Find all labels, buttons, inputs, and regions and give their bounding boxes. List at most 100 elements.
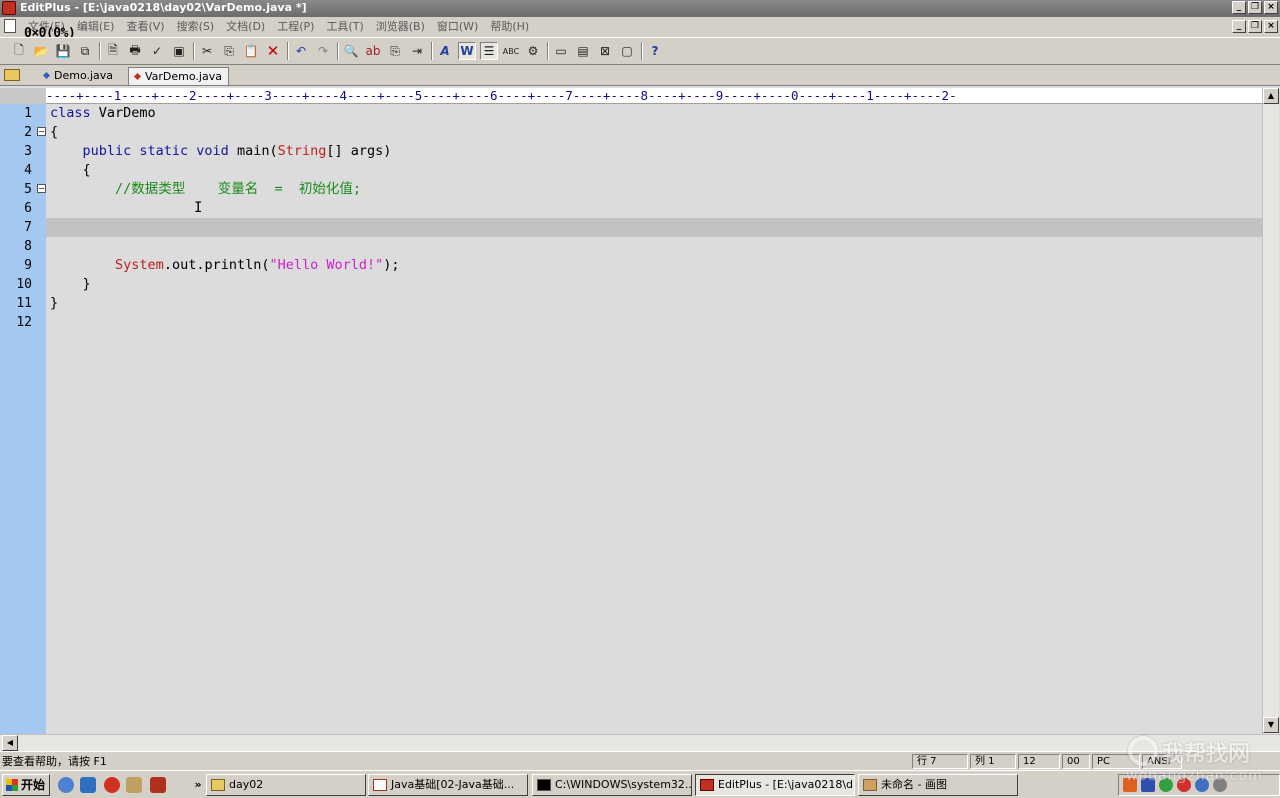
menu-document[interactable]: 文档(D) [220,19,271,34]
toolbar-separator [337,42,339,60]
taskbar-button-label: day02 [229,778,264,791]
fullscreen-icon[interactable]: ▢ [618,42,636,60]
cut-icon[interactable]: ✂ [198,42,216,60]
scroll-left-button[interactable]: ◀ [2,735,18,751]
directory-window-icon[interactable] [4,69,20,81]
media-player-icon[interactable] [104,777,120,793]
editplus-quick-icon[interactable] [150,777,166,793]
window-close-icon[interactable]: ⊠ [596,42,614,60]
ruler-icon[interactable]: ABC [502,42,520,60]
word-wrap-icon[interactable]: W [458,42,476,60]
scroll-up-button[interactable]: ▲ [1263,88,1279,104]
horizontal-scrollbar[interactable]: ◀ [0,734,1280,751]
line-number: 2 [24,125,32,140]
taskbar-button-cmd[interactable]: C:\WINDOWS\system32... [532,774,692,796]
doc-restore-button[interactable]: ❐ [1248,20,1262,33]
quick-launch-icon[interactable] [80,777,96,793]
windows-logo-icon [6,779,18,791]
taskbar-button-label: EditPlus - [E:\java0218\d... [718,778,855,791]
tab-demo-java[interactable]: Demo.java [38,67,121,85]
paint-app-icon [863,779,877,791]
doc-close-button[interactable]: × [1264,20,1278,33]
document-tab-bar: Demo.java VarDemo.java [0,66,1280,86]
taskbar-button-day02[interactable]: day02 [206,774,366,796]
menu-items: 文件(F) 编辑(E) 查看(V) 搜索(S) 文档(D) 工程(P) 工具(T… [22,19,535,34]
java-file-icon [42,71,51,80]
tab-vardemo-java[interactable]: VarDemo.java [128,67,229,85]
vertical-scrollbar[interactable]: ▲ ▼ [1262,88,1279,734]
find-in-files-icon[interactable]: ⎘ [386,42,404,60]
delete-icon[interactable]: ✕ [264,42,282,60]
title-bar: EditPlus - [E:\java0218\day02\VarDemo.ja… [0,0,1280,17]
print-preview-icon[interactable]: 🗎 [104,42,122,60]
open-folder-icon[interactable]: 📂 [32,42,50,60]
line-numbers-icon[interactable]: ☰ [480,42,498,60]
toolbar-separator [547,42,549,60]
html-preview-icon[interactable]: ▣ [170,42,188,60]
menu-help[interactable]: 帮助(H) [484,19,535,34]
redo-icon[interactable]: ↷ [314,42,332,60]
line-number: 3 [24,144,32,159]
document-app-icon [373,779,387,791]
customize-icon[interactable]: ⚙ [524,42,542,60]
replace-icon[interactable]: ab [364,42,382,60]
undo-icon[interactable]: ↶ [292,42,310,60]
line-number: 1 [24,106,32,121]
menu-edit[interactable]: 编辑(E) [71,19,121,34]
quick-launch-more-icon[interactable]: » [190,777,206,793]
menu-project[interactable]: 工程(P) [271,19,320,34]
toolbar-separator [641,42,643,60]
font-icon[interactable]: A [436,42,454,60]
fold-toggle-icon[interactable]: − [37,127,46,136]
site-watermark: 我帮找网 wobangzhao.com [1126,732,1278,792]
code-text-area[interactable]: class VarDemo { public static void main(… [46,104,1262,734]
paste-icon[interactable]: 📋 [242,42,260,60]
scroll-down-button[interactable]: ▼ [1263,717,1279,733]
status-row: 行 7 [912,754,968,769]
line-number-gutter[interactable]: 1 2 3 4 5 6 7 8 9 10 11 12 − − [0,104,46,734]
copy-icon[interactable]: ⎘ [220,42,238,60]
doc-minimize-button[interactable]: _ [1232,20,1246,33]
toolbar-separator [193,42,195,60]
close-button[interactable]: × [1264,1,1278,14]
menu-window[interactable]: 窗口(W) [431,19,484,34]
goto-line-icon[interactable]: ⇥ [408,42,426,60]
code-line-11: } [50,295,59,311]
find-icon[interactable]: 🔍 [342,42,360,60]
line-number: 10 [16,277,32,292]
code-line-5: //数据类型 变量名 = 初始化值; [115,181,362,197]
line-number: 12 [16,315,32,330]
spell-check-icon[interactable]: ✓ [148,42,166,60]
save-icon[interactable]: 💾 [54,42,72,60]
start-button[interactable]: 开始 [2,774,50,796]
save-all-icon[interactable]: ⧉ [76,42,94,60]
menu-tools[interactable]: 工具(T) [320,19,369,34]
document-window-controls: _ ❐ × [1232,20,1278,33]
ie-browser-icon[interactable] [58,777,74,793]
menu-search[interactable]: 搜索(S) [171,19,221,34]
command-prompt-icon [537,779,551,791]
new-file-icon[interactable]: 🗋 [10,42,28,60]
print-icon[interactable]: 🖶 [126,42,144,60]
watermark-text-en: wobangzhao.com [1126,768,1263,784]
fold-toggle-icon[interactable]: − [37,184,46,193]
editplus-app-icon[interactable] [2,1,16,15]
window-tile-icon[interactable]: ▤ [574,42,592,60]
document-icon[interactable] [4,19,16,33]
help-icon[interactable]: ? [646,42,664,60]
taskbar-button-editplus[interactable]: EditPlus - [E:\java0218\d... [695,774,855,796]
quick-launch-app-icon[interactable] [126,777,142,793]
window-cascade-icon[interactable]: ▭ [552,42,570,60]
restore-button[interactable]: ❐ [1248,1,1262,14]
window-controls: _ ❐ × [1232,1,1278,14]
line-number: 9 [24,258,32,273]
line-number: 8 [24,239,32,254]
taskbar-button-paint[interactable]: 未命名 - 画图 [858,774,1018,796]
line-number: 11 [16,296,32,311]
menu-bar: 文件(F) 编辑(E) 查看(V) 搜索(S) 文档(D) 工程(P) 工具(T… [0,17,1280,36]
menu-browser[interactable]: 浏览器(B) [370,19,431,34]
taskbar-button-java-doc[interactable]: Java基础[02-Java基础... [368,774,528,796]
minimize-button[interactable]: _ [1232,1,1246,14]
menu-view[interactable]: 查看(V) [120,19,170,34]
text-cursor-icon: I [194,200,203,216]
